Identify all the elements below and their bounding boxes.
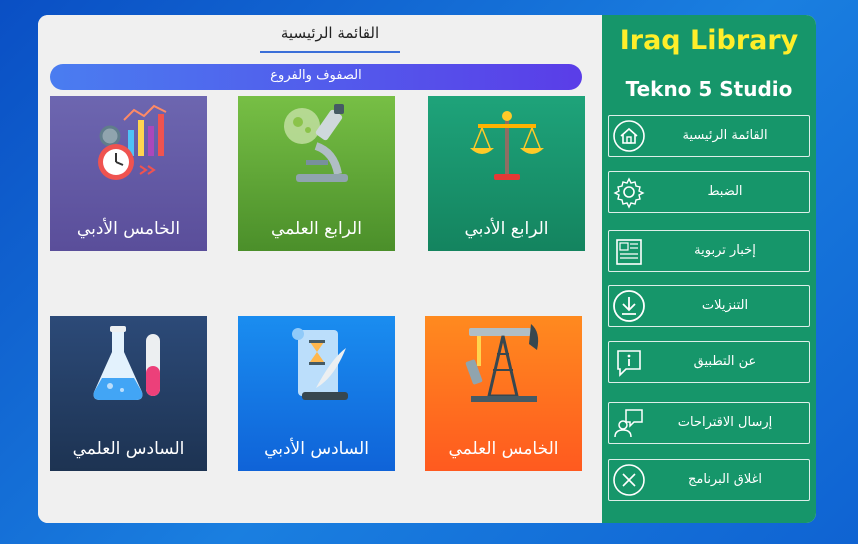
tile-fifth-literary[interactable]: الخامس الأدبي bbox=[50, 96, 207, 251]
sidebar-item-label: إخبار تربوية bbox=[694, 243, 756, 258]
sidebar-item-home[interactable]: القائمة الرئيسية bbox=[608, 115, 810, 157]
tile-label: الرابع العلمي bbox=[271, 219, 362, 239]
sidebar-item-suggestions[interactable]: إرسال الاقتراحات bbox=[608, 402, 810, 444]
sidebar-item-exit[interactable]: اغلاق البرنامج bbox=[608, 459, 810, 501]
section-bar: الصفوف والفروع bbox=[50, 64, 582, 90]
sidebar-item-label: التنزيلات bbox=[701, 298, 749, 313]
newspaper-icon bbox=[616, 239, 642, 265]
tile-fourth-scientific[interactable]: الرابع العلمي bbox=[238, 96, 395, 251]
studio-name: Tekno 5 Studio bbox=[625, 77, 793, 101]
info-chat-icon bbox=[617, 350, 641, 377]
download-icon bbox=[613, 290, 645, 322]
oil-pump-icon bbox=[465, 324, 539, 402]
sidebar-item-label: إرسال الاقتراحات bbox=[677, 415, 773, 430]
sidebar-item-about[interactable]: عن التطبيق bbox=[608, 341, 810, 383]
sidebar-item-settings[interactable]: الضبط bbox=[608, 171, 810, 213]
tile-label: السادس الأدبي bbox=[264, 439, 369, 459]
close-circle-icon bbox=[613, 464, 645, 496]
sidebar-item-label: القائمة الرئيسية bbox=[682, 128, 768, 143]
analytics-clock-icon bbox=[98, 104, 167, 180]
scroll-quill-icon bbox=[292, 328, 348, 400]
tile-sixth-scientific[interactable]: السادس العلمي bbox=[50, 316, 207, 471]
sidebar-item-label: الضبط bbox=[707, 184, 743, 199]
app-window: القائمة الرئيسية الصفوف والفروع الخامس ا… bbox=[38, 15, 816, 523]
app-brand: Iraq Library bbox=[619, 25, 799, 56]
tile-label: السادس العلمي bbox=[72, 439, 185, 459]
sidebar-item-label: اغلاق البرنامج bbox=[688, 472, 762, 487]
main-panel: القائمة الرئيسية الصفوف والفروع الخامس ا… bbox=[38, 15, 602, 523]
tile-sixth-literary[interactable]: السادس الأدبي bbox=[238, 316, 395, 471]
tile-label: الخامس الأدبي bbox=[76, 219, 181, 239]
sidebar-item-news[interactable]: إخبار تربوية bbox=[608, 230, 810, 272]
lab-flasks-icon bbox=[93, 326, 160, 400]
feedback-icon bbox=[614, 409, 643, 438]
sidebar-item-downloads[interactable]: التنزيلات bbox=[608, 285, 810, 327]
title-underline bbox=[260, 51, 400, 53]
sidebar-item-label: عن التطبيق bbox=[693, 354, 757, 369]
sidebar: Iraq Library Tekno 5 Studio القائمة الرئ… bbox=[602, 15, 816, 523]
gear-icon bbox=[613, 177, 645, 209]
tile-label: الرابع الأدبي bbox=[464, 219, 549, 239]
microscope-icon bbox=[284, 104, 348, 182]
home-icon bbox=[613, 120, 645, 152]
tile-fifth-scientific[interactable]: الخامس العلمي bbox=[425, 316, 582, 471]
page-title: القائمة الرئيسية bbox=[280, 24, 380, 42]
tile-fourth-literary[interactable]: الرابع الأدبي bbox=[428, 96, 585, 251]
scales-icon bbox=[470, 111, 544, 180]
tile-label: الخامس العلمي bbox=[448, 439, 559, 459]
